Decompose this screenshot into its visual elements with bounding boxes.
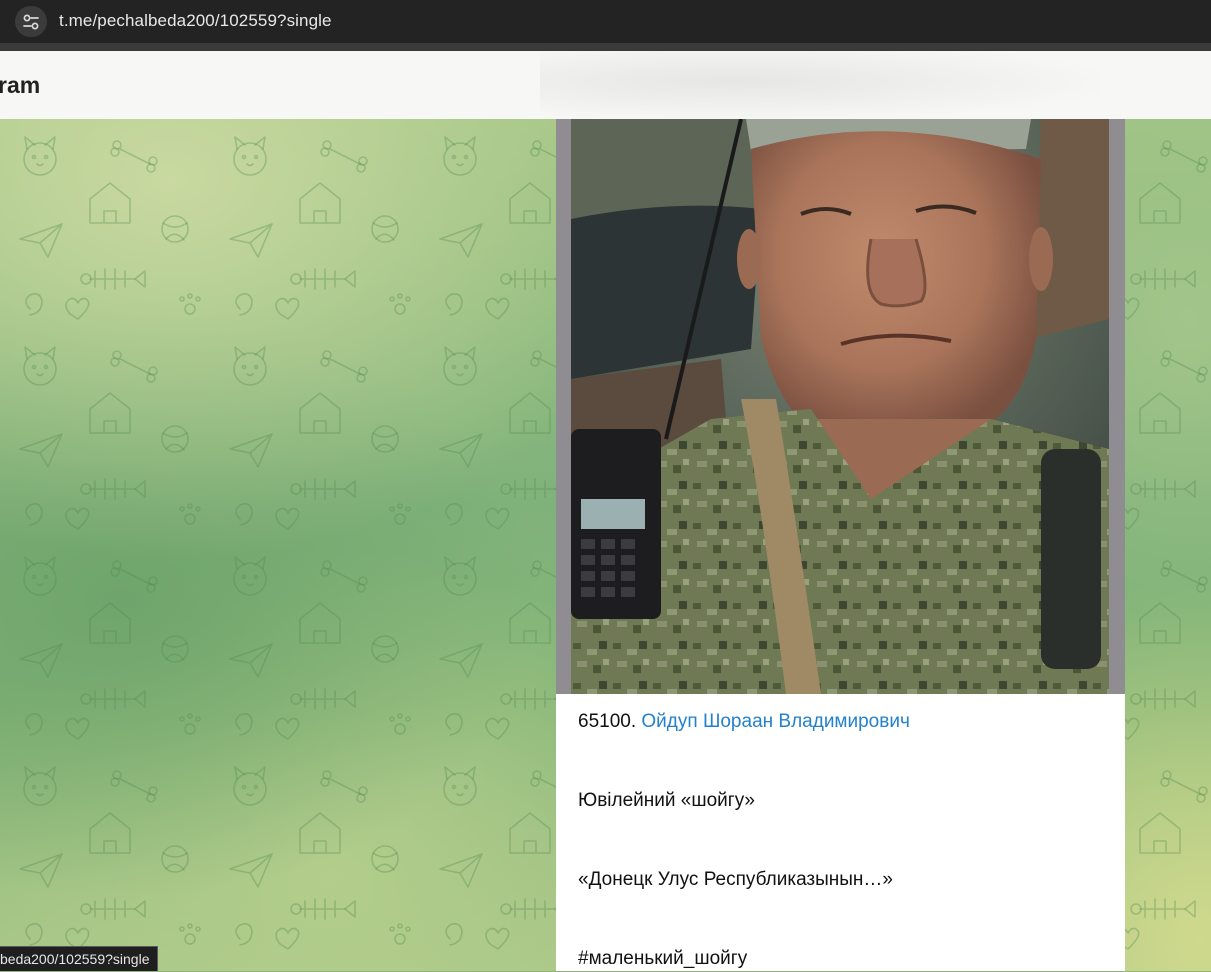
photo-frame [556, 119, 1125, 694]
toolbar-separator [0, 43, 1211, 51]
header-blur [540, 51, 1100, 119]
header-title[interactable]: ram [0, 72, 40, 99]
site-info-button[interactable] [15, 6, 47, 37]
hashtag-link[interactable]: #маленький_шойгу [578, 948, 747, 970]
message-line-3: «Донецк Улус Республиказынын…» [578, 869, 893, 890]
message-photo[interactable] [571, 119, 1109, 694]
tune-icon [23, 14, 39, 30]
record-number: 65100. [578, 711, 637, 732]
browser-address-bar: t.me/pechalbeda200/102559?single [0, 0, 1211, 43]
message-card: 65100. Ойдуп Шораан Владимирович Ювілейн… [556, 119, 1125, 971]
message-line-name: 65100. Ойдуп Шораан Владимирович [578, 711, 910, 733]
person-name-link[interactable]: Ойдуп Шораан Владимирович [641, 711, 909, 732]
telegram-header: ram [0, 51, 1211, 119]
address-url[interactable]: t.me/pechalbeda200/102559?single [59, 11, 332, 31]
status-url-tooltip: beda200/102559?single [0, 946, 159, 971]
message-line-2: Ювілейний «шойгу» [578, 790, 755, 811]
soldier-selfie-photo [571, 119, 1109, 694]
